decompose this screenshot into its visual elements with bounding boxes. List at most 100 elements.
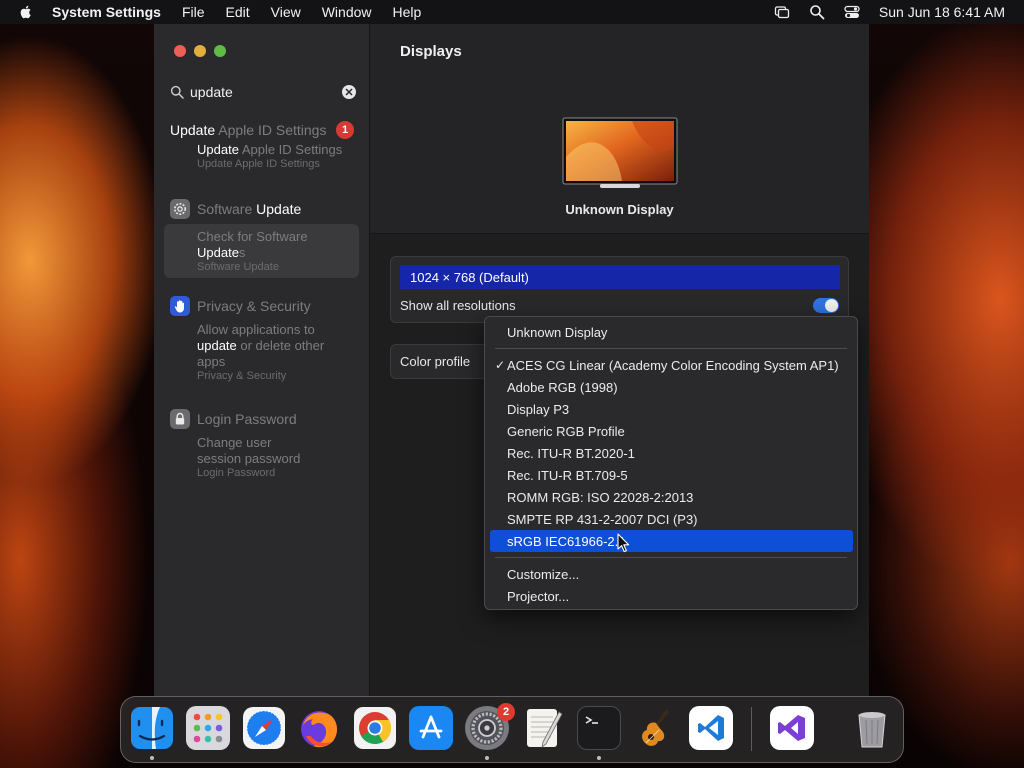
profile-option-label: Display P3 <box>507 401 570 417</box>
sub-result-update-apple-id[interactable]: Update Apple ID Settings Update Apple ID… <box>197 142 370 171</box>
sub-result-line1: Allow applications to <box>197 322 315 337</box>
color-profile-menu: Unknown Display ✓ ACES CG Linear (Academy… <box>484 316 858 610</box>
sub-result-change-password[interactable]: Change user session password Login Passw… <box>197 435 370 480</box>
launchpad-icon[interactable] <box>186 706 230 750</box>
result-group-login-password: Login Password Change user session passw… <box>154 407 370 480</box>
profile-option-label: Adobe RGB (1998) <box>507 379 618 395</box>
sub-result-match: Update <box>197 245 239 260</box>
apple-menu-icon[interactable] <box>18 4 34 20</box>
profile-option-aces-cg[interactable]: ✓ ACES CG Linear (Academy Color Encoding … <box>490 354 853 376</box>
sub-result-caption: Software Update <box>197 261 279 273</box>
sub-result-line1: Change user <box>197 435 272 450</box>
running-indicator <box>485 756 489 760</box>
resolution-option-selected[interactable]: 1024 × 768 (Default) <box>400 265 840 289</box>
menu-edit[interactable]: Edit <box>226 4 250 20</box>
finder-icon[interactable] <box>130 706 174 750</box>
profile-option-label: Generic RGB Profile <box>507 423 625 439</box>
result-group-apple-id: Update Apple ID Settings 1 Update Apple … <box>154 118 370 171</box>
terminal-icon[interactable] <box>577 706 621 750</box>
result-head-match: Update <box>252 201 302 217</box>
window-controls <box>174 45 226 57</box>
trash-icon[interactable] <box>850 706 894 750</box>
profile-option-smpte-p3[interactable]: SMPTE RP 431-2-2007 DCI (P3) <box>490 508 853 530</box>
display-monitor-icon[interactable] <box>562 117 678 191</box>
result-head-rest: Software <box>197 201 253 217</box>
close-icon <box>345 88 353 96</box>
profile-option-label: sRGB IEC61966-2.1 <box>507 533 626 549</box>
hand-icon <box>170 296 190 316</box>
visual-studio-icon[interactable] <box>770 706 814 750</box>
profile-option-romm-rgb[interactable]: ROMM RGB: ISO 22028-2:2013 <box>490 486 853 508</box>
result-head-match: Update <box>170 122 216 138</box>
show-all-resolutions-toggle[interactable] <box>813 298 839 313</box>
menu-separator <box>495 348 847 349</box>
show-all-resolutions-label: Show all resolutions <box>400 298 516 313</box>
app-name-menu[interactable]: System Settings <box>52 4 161 20</box>
profile-option-generic-rgb[interactable]: Generic RGB Profile <box>490 420 853 442</box>
mouse-pointer-icon <box>617 533 630 553</box>
profile-option-label: Rec. ITU-R BT.709-5 <box>507 467 628 483</box>
toggle-knob <box>825 299 838 312</box>
app-store-icon[interactable] <box>409 706 453 750</box>
sub-result-caption: Privacy & Security <box>197 370 287 382</box>
settings-notification-badge: 2 <box>497 703 515 721</box>
control-center-icon[interactable] <box>844 4 860 20</box>
search-input[interactable] <box>190 84 330 100</box>
color-profile-label: Color profile <box>400 354 471 369</box>
display-name-label: Unknown Display <box>565 202 674 217</box>
close-window-button[interactable] <box>174 45 186 57</box>
lock-icon <box>170 409 190 429</box>
clear-search-button[interactable] <box>342 85 356 99</box>
sub-result-match: Update <box>197 142 239 157</box>
result-login-password[interactable]: Login Password <box>154 407 370 431</box>
sub-result-rest: or delete other <box>236 338 325 353</box>
spotlight-search-icon[interactable] <box>809 4 825 20</box>
vscode-icon[interactable] <box>689 706 733 750</box>
profile-option-label: Rec. ITU-R BT.2020-1 <box>507 445 635 461</box>
sub-result-allow-applications[interactable]: Allow applications to update or delete o… <box>197 322 370 383</box>
projector-label: Projector... <box>507 588 570 604</box>
result-privacy-security[interactable]: Privacy & Security <box>154 294 370 318</box>
firefox-icon[interactable] <box>297 706 341 750</box>
result-head-rest: Apple ID Settings <box>215 122 327 138</box>
sub-result-caption: Update Apple ID Settings <box>197 158 320 170</box>
sub-result-rest: Apple ID Settings <box>238 142 343 157</box>
sub-result-line3: apps <box>197 354 226 369</box>
dock: 2 <box>120 696 904 763</box>
profile-option-label: ROMM RGB: ISO 22028-2:2013 <box>507 489 694 505</box>
chrome-icon[interactable] <box>353 706 397 750</box>
running-indicator <box>597 756 601 760</box>
textedit-icon[interactable] <box>521 706 565 750</box>
safari-icon[interactable] <box>242 706 286 750</box>
dock-separator <box>751 707 752 751</box>
selected-sub-result[interactable]: Check for Software Updates Software Upda… <box>164 224 359 278</box>
menu-file[interactable]: File <box>182 4 205 20</box>
resolution-list: 1024 × 768 (Default) Show all resolution… <box>390 256 849 323</box>
customize-option[interactable]: Customize... <box>490 563 853 585</box>
menu-window[interactable]: Window <box>322 4 372 20</box>
sub-result-match: update <box>197 338 237 353</box>
garageband-icon[interactable] <box>633 706 677 750</box>
profile-option-srgb[interactable]: sRGB IEC61966-2.1 <box>490 530 853 552</box>
sub-result-line1: Check for Software <box>197 229 308 244</box>
menubar-clock[interactable]: Sun Jun 18 6:41 AM <box>879 4 1005 20</box>
screen-mirroring-icon[interactable] <box>774 4 790 20</box>
result-head-label: Login Password <box>197 411 297 427</box>
menu-separator <box>495 557 847 558</box>
profile-option-adobe-rgb[interactable]: Adobe RGB (1998) <box>490 376 853 398</box>
zoom-window-button[interactable] <box>214 45 226 57</box>
result-apple-id[interactable]: Update Apple ID Settings 1 <box>154 118 370 142</box>
projector-option[interactable]: Projector... <box>490 585 853 607</box>
sub-result-check-software-update: Check for Software Updates Software Upda… <box>197 229 359 274</box>
search-icon <box>170 85 184 99</box>
running-indicator <box>150 756 154 760</box>
profile-option-display-p3[interactable]: Display P3 <box>490 398 853 420</box>
menu-help[interactable]: Help <box>393 4 422 20</box>
result-software-update[interactable]: Software Update <box>154 197 370 221</box>
profile-option-bt709[interactable]: Rec. ITU-R BT.709-5 <box>490 464 853 486</box>
profile-option-label: ACES CG Linear (Academy Color Encoding S… <box>507 357 839 373</box>
profile-option-bt2020[interactable]: Rec. ITU-R BT.2020-1 <box>490 442 853 464</box>
profile-option-label: SMPTE RP 431-2-2007 DCI (P3) <box>507 511 698 527</box>
minimize-window-button[interactable] <box>194 45 206 57</box>
menu-view[interactable]: View <box>271 4 301 20</box>
